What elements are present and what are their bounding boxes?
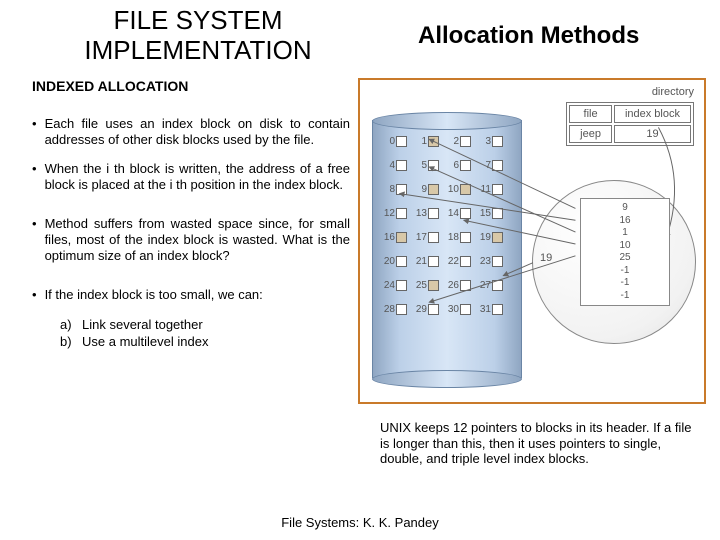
disk-block: 23 (478, 256, 510, 267)
disk-block: 9 (414, 184, 446, 195)
disk-block: 20 (382, 256, 414, 267)
footer-text: File Systems: K. K. Pandey (0, 515, 720, 530)
main-title: FILE SYSTEM IMPLEMENTATION (68, 6, 328, 66)
disk-block: 16 (382, 232, 414, 243)
disk-block: 14 (446, 208, 478, 219)
subitem: b)Use a multilevel index (60, 334, 350, 350)
disk-block: 24 (382, 280, 414, 291)
index-entry: 16 (581, 215, 669, 228)
disk-block: 15 (478, 208, 510, 219)
disk-block: 1 (414, 136, 446, 147)
disk-block: 21 (414, 256, 446, 267)
index-entry: 1 (581, 227, 669, 240)
section-title: Allocation Methods (418, 22, 639, 50)
bullet-item: •When the i th block is written, the add… (32, 161, 350, 192)
disk-block: 31 (478, 304, 510, 315)
index-entry: -1 (581, 290, 669, 303)
disk-block: 26 (446, 280, 478, 291)
dir-header-index: index block (614, 105, 691, 123)
directory-label: directory (652, 86, 694, 98)
disk-block: 25 (414, 280, 446, 291)
disk-block: 28 (382, 304, 414, 315)
diagram-frame: directory file index block jeep 19 01234… (358, 78, 706, 404)
disk-block: 2 (446, 136, 478, 147)
index-block-number: 19 (540, 252, 552, 264)
disk-block: 29 (414, 304, 446, 315)
index-entry: -1 (581, 265, 669, 278)
index-block-content: 91611025-1-1-1 (580, 198, 670, 306)
unix-description: UNIX keeps 12 pointers to blocks in its … (380, 420, 700, 467)
disk-block: 10 (446, 184, 478, 195)
bullet-item: •Each file uses an index block on disk t… (32, 116, 350, 147)
title-line1: FILE SYSTEM (113, 5, 282, 35)
subitem: a)Link several together (60, 317, 350, 333)
disk-block: 8 (382, 184, 414, 195)
bullet-item: •Method suffers from wasted space since,… (32, 216, 350, 263)
dir-cell-index: 19 (614, 125, 691, 143)
disk-block: 12 (382, 208, 414, 219)
disk-block: 13 (414, 208, 446, 219)
bullet-item: •If the index block is too small, we can… (32, 287, 350, 303)
disk-block: 6 (446, 160, 478, 171)
disk-block: 4 (382, 160, 414, 171)
subheading: INDEXED ALLOCATION (32, 78, 188, 94)
disk-block: 22 (446, 256, 478, 267)
disk-block: 17 (414, 232, 446, 243)
disk-block: 18 (446, 232, 478, 243)
disk-block: 3 (478, 136, 510, 147)
index-entry: 9 (581, 202, 669, 215)
dir-cell-file: jeep (569, 125, 612, 143)
disk-block: 19 (478, 232, 510, 243)
directory-table: file index block jeep 19 (566, 102, 694, 146)
index-entry: 10 (581, 240, 669, 253)
disk-cylinder: 0123456789101112131415161718192021222324… (372, 112, 522, 388)
disk-block: 30 (446, 304, 478, 315)
disk-block: 5 (414, 160, 446, 171)
disk-block: 27 (478, 280, 510, 291)
disk-block: 11 (478, 184, 510, 195)
index-entry: -1 (581, 277, 669, 290)
dir-header-file: file (569, 105, 612, 123)
index-entry: 25 (581, 252, 669, 265)
title-line2: IMPLEMENTATION (84, 35, 311, 65)
disk-block: 0 (382, 136, 414, 147)
bullet-list: •Each file uses an index block on disk t… (32, 116, 350, 352)
disk-block: 7 (478, 160, 510, 171)
